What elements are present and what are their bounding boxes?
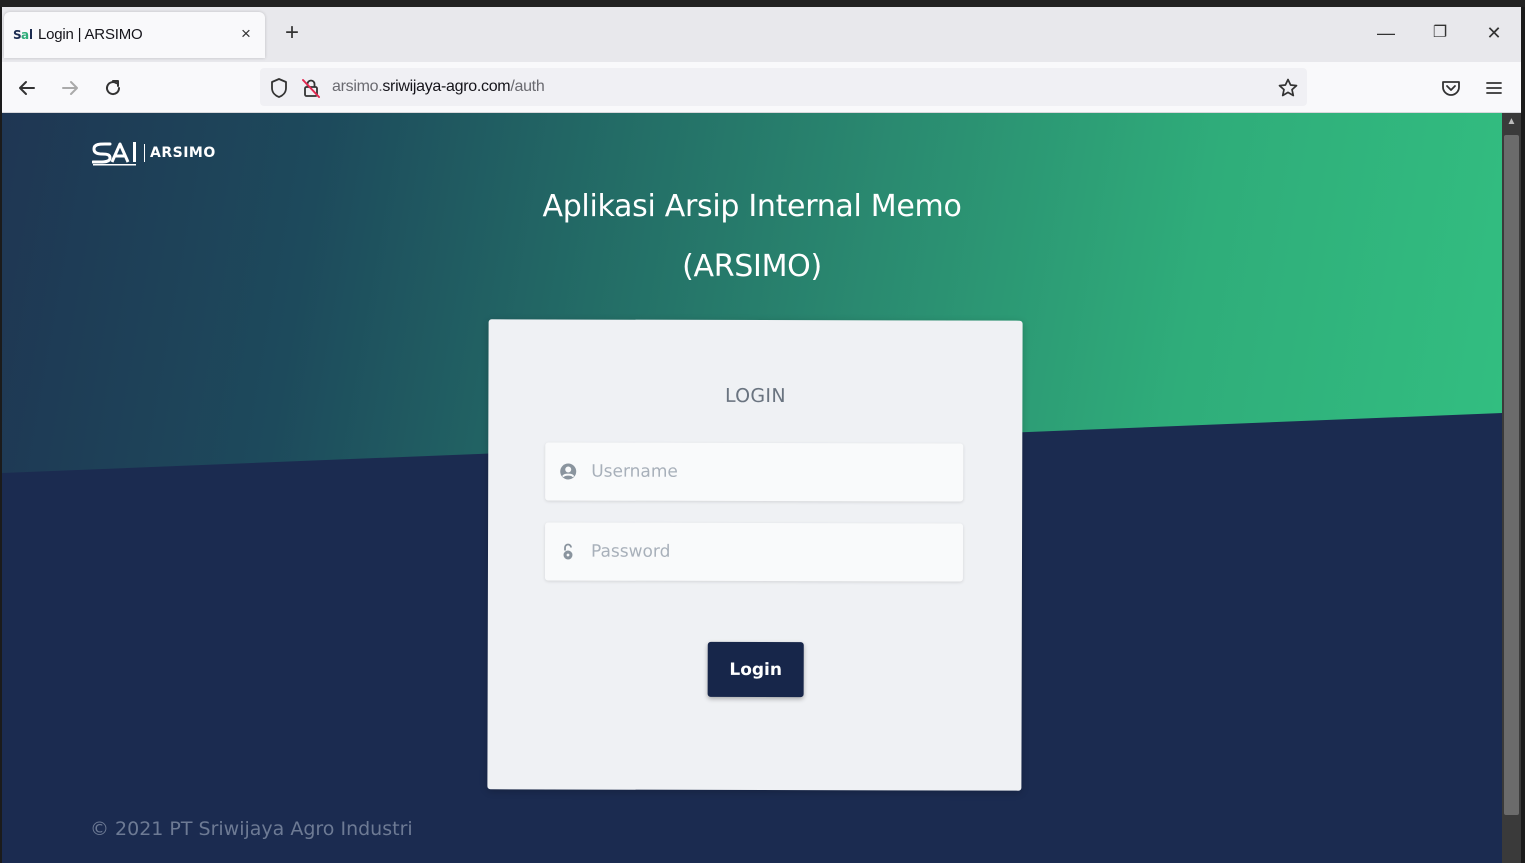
tab-title: Login | ARSIMO — [38, 26, 143, 43]
page-viewport: ARSIMO Aplikasi Arsip Internal Memo (ARS… — [2, 113, 1502, 863]
username-input[interactable] — [589, 442, 950, 502]
scrollbar-thumb[interactable] — [1504, 135, 1519, 815]
password-input[interactable] — [588, 522, 950, 582]
lock-icon — [563, 543, 573, 560]
site-favicon-icon: S a — [13, 28, 32, 42]
new-tab-button[interactable]: + — [280, 21, 304, 46]
back-arrow-icon[interactable] — [14, 75, 40, 101]
username-field[interactable] — [545, 442, 964, 502]
close-window-button[interactable]: ✕ — [1480, 21, 1508, 45]
scroll-up-arrow-icon[interactable]: ▲ — [1504, 114, 1519, 130]
sai-logo-icon — [92, 142, 136, 166]
login-heading: LOGIN — [724, 384, 786, 408]
logo-text: ARSIMO — [144, 144, 216, 162]
forward-arrow-icon[interactable] — [57, 75, 83, 101]
url-text: arsimo.sriwijaya-agro.com/auth — [332, 78, 545, 95]
login-card: LOGIN Login — [487, 319, 1023, 791]
reload-icon[interactable] — [100, 75, 126, 101]
browser-toolbar: arsimo.sriwijaya-agro.com/auth — [2, 62, 1521, 113]
browser-tab-active[interactable]: S a Login | ARSIMO × — [4, 12, 265, 58]
bookmark-star-icon[interactable] — [1277, 77, 1299, 99]
tab-close-button[interactable]: × — [237, 24, 255, 44]
page-title-line2: (ARSIMO) — [682, 249, 822, 284]
insecure-lock-icon[interactable] — [300, 77, 322, 99]
password-field[interactable] — [544, 522, 964, 582]
page-title: Aplikasi Arsip Internal Memo (ARSIMO) — [2, 177, 1502, 297]
screen: S a Login | ARSIMO × + — ❐ ✕ arsimo.sriw… — [0, 0, 1525, 863]
restore-window-button[interactable]: ❐ — [1426, 21, 1454, 45]
shield-icon[interactable] — [268, 77, 290, 99]
address-bar[interactable]: arsimo.sriwijaya-agro.com/auth — [260, 68, 1307, 106]
page-title-line1: Aplikasi Arsip Internal Memo — [542, 189, 962, 224]
browser-tab-bar: S a Login | ARSIMO × + — ❐ ✕ — [2, 7, 1521, 62]
menu-hamburger-icon[interactable] — [1481, 75, 1507, 101]
minimize-window-button[interactable]: — — [1372, 21, 1400, 45]
svg-text:a: a — [21, 28, 29, 42]
pocket-icon[interactable] — [1438, 75, 1464, 101]
footer-copyright: © 2021 PT Sriwijaya Agro Industri — [90, 818, 413, 840]
user-icon — [560, 463, 577, 480]
login-button[interactable]: Login — [707, 641, 804, 698]
site-logo[interactable]: ARSIMO — [92, 139, 216, 167]
